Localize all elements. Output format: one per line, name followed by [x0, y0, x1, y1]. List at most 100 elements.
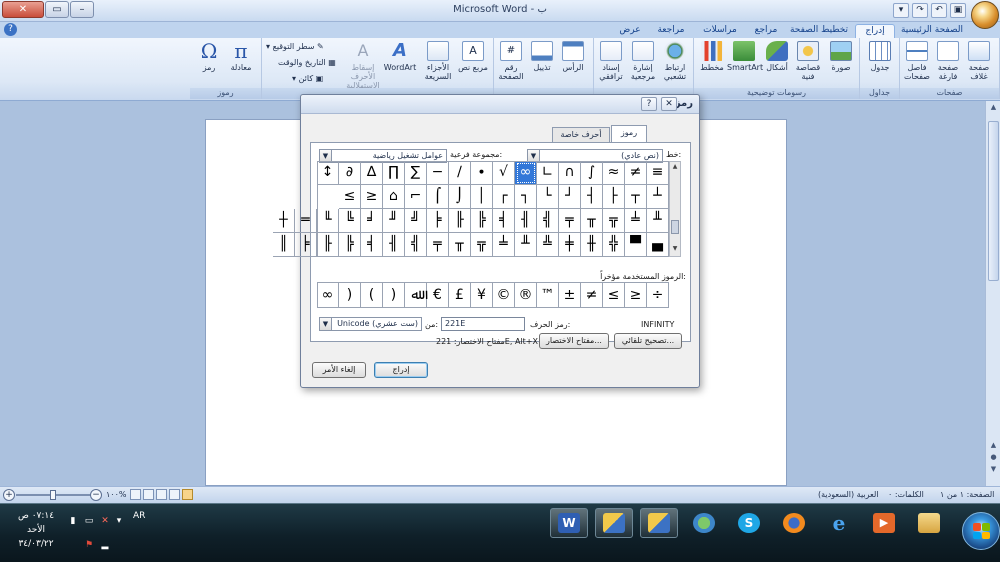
- symbol-cell[interactable]: ╥: [449, 233, 471, 257]
- recent-symbol-cell[interactable]: ≥: [625, 282, 647, 308]
- taskbar-explorer[interactable]: [910, 508, 948, 538]
- text-box-button[interactable]: A مربع نص: [458, 41, 488, 72]
- language-status[interactable]: العربية (السعودية): [818, 490, 879, 499]
- insert-button[interactable]: إدراج: [374, 362, 428, 378]
- recent-symbol-cell[interactable]: ±: [559, 282, 581, 308]
- zoom-slider-track[interactable]: [16, 494, 96, 496]
- word-count[interactable]: الكلمات: ٠: [888, 490, 924, 499]
- symbol-cell[interactable]: ╜: [383, 209, 405, 233]
- autocorrect-button[interactable]: تصحيح تلقائي...: [614, 333, 682, 349]
- symbol-cell[interactable]: ╫: [581, 233, 603, 257]
- page-count[interactable]: الصفحة: ١ من ١: [940, 490, 994, 499]
- zoom-in-button[interactable]: +: [3, 489, 15, 501]
- quick-parts-button[interactable]: الأجزاء السريعة: [420, 41, 456, 81]
- smartart-button[interactable]: SmartArt: [727, 41, 763, 72]
- scroll-up-icon[interactable]: ▲: [988, 103, 999, 113]
- symbol-cell[interactable]: │: [471, 185, 493, 209]
- recent-symbol-cell[interactable]: ÷: [647, 282, 669, 308]
- taskbar-ie[interactable]: e: [820, 508, 858, 538]
- object-button[interactable]: ▾ كائن ▣: [292, 74, 323, 83]
- hyperlink-button[interactable]: ارتباط تشعبي: [660, 41, 690, 81]
- symbol-cell[interactable]: ∩: [559, 161, 581, 185]
- redo-icon[interactable]: ↷: [912, 3, 928, 18]
- symbol-cell[interactable]: ⌂: [383, 185, 405, 209]
- symbol-cell[interactable]: ╨: [515, 233, 537, 257]
- symbol-cell[interactable]: ⌡: [449, 185, 471, 209]
- taskbar-shield-2[interactable]: [640, 508, 678, 538]
- recent-symbol-cell[interactable]: ®: [515, 282, 537, 308]
- scroll-down-icon[interactable]: ▼: [670, 245, 680, 255]
- taskbar-firefox[interactable]: [775, 508, 813, 538]
- taskbar-skype[interactable]: S: [730, 508, 768, 538]
- symbol-cell[interactable]: ╩: [537, 233, 559, 257]
- symbol-cell[interactable]: ╦: [471, 233, 493, 257]
- taskbar-media-player[interactable]: ▶: [865, 508, 903, 538]
- symbol-cell[interactable]: ╚: [339, 209, 361, 233]
- symbol-cell[interactable]: ≡: [647, 161, 669, 185]
- symbol-cell[interactable]: ∙: [471, 161, 493, 185]
- scroll-up-icon[interactable]: ▲: [670, 163, 680, 173]
- symbol-cell[interactable]: ↕: [317, 161, 339, 185]
- start-button[interactable]: [962, 512, 1000, 550]
- taskbar-word[interactable]: W: [550, 508, 588, 538]
- symbol-cell[interactable]: ∏: [383, 161, 405, 185]
- tab-page-layout[interactable]: تخطيط الصفحة: [788, 24, 850, 38]
- tab-view[interactable]: عرض: [614, 24, 646, 38]
- page-break-button[interactable]: فاصل صفحات: [902, 41, 932, 81]
- symbol-cell[interactable]: ╤: [427, 233, 449, 257]
- network-icon[interactable]: ▭: [84, 516, 94, 526]
- browse-object-icon[interactable]: ●: [988, 453, 999, 463]
- symbol-cell[interactable]: ├: [603, 185, 625, 209]
- symbol-cell[interactable]: ╠: [471, 209, 493, 233]
- symbol-cell[interactable]: ┌: [493, 185, 515, 209]
- symbol-cell[interactable]: √: [493, 161, 515, 185]
- blank-page-button[interactable]: صفحة فارغة: [933, 41, 963, 81]
- table-button[interactable]: جدول: [865, 41, 895, 72]
- symbol-grid-scroll-thumb[interactable]: [671, 220, 679, 234]
- signature-line-button[interactable]: ▾ سطر التوقيع ✎: [266, 42, 324, 51]
- symbol-cell[interactable]: ≈: [603, 161, 625, 185]
- recent-symbol-cell[interactable]: €: [427, 282, 449, 308]
- symbol-cell[interactable]: ╨: [647, 209, 669, 233]
- symbol-cell[interactable]: ╧: [493, 233, 515, 257]
- symbol-cell[interactable]: ╢: [383, 233, 405, 257]
- recent-symbol-cell[interactable]: ≠: [581, 282, 603, 308]
- office-button[interactable]: [971, 1, 999, 29]
- symbol-cell[interactable]: ═: [295, 209, 317, 233]
- symbol-cell[interactable]: ∟: [537, 161, 559, 185]
- symbol-cell[interactable]: ≤: [339, 185, 361, 209]
- language-indicator[interactable]: AR: [133, 511, 145, 521]
- undo-icon[interactable]: ↶: [931, 3, 947, 18]
- tab-symbols[interactable]: رموز: [611, 125, 647, 143]
- vertical-scrollbar[interactable]: ▲ ▲ ● ▼: [985, 101, 1000, 486]
- action-center-icon[interactable]: ⚑: [84, 540, 94, 550]
- symbol-cell[interactable]: ╧: [625, 209, 647, 233]
- tab-home[interactable]: الصفحة الرئيسية: [900, 24, 964, 38]
- symbol-cell[interactable]: ╤: [559, 209, 581, 233]
- battery-icon[interactable]: ▮: [68, 516, 78, 526]
- date-time-button[interactable]: التاريخ والوقت ▦: [278, 58, 336, 67]
- recent-symbol-cell[interactable]: ™: [537, 282, 559, 308]
- symbol-cell[interactable]: ∂: [339, 161, 361, 185]
- from-select[interactable]: ▼ Unicode (ست عشري): [319, 317, 422, 331]
- symbol-cell[interactable]: ╪: [559, 233, 581, 257]
- recent-symbol-cell[interactable]: (: [361, 282, 383, 308]
- symbol-grid-scrollbar[interactable]: ▲ ▼: [669, 161, 681, 257]
- symbol-cell[interactable]: ▀: [625, 233, 647, 257]
- symbol-cell[interactable]: ┘: [559, 185, 581, 209]
- web-layout-view-icon[interactable]: [156, 489, 167, 500]
- draft-view-icon[interactable]: [130, 489, 141, 500]
- symbol-cell[interactable]: ≥: [361, 185, 383, 209]
- qat-customize-icon[interactable]: ▾: [893, 3, 909, 18]
- zoom-out-button[interactable]: −: [90, 489, 102, 501]
- cross-reference-button[interactable]: إسناد ترافقي: [596, 41, 626, 81]
- symbol-cell[interactable]: ⌠: [427, 185, 449, 209]
- equation-button[interactable]: π معادلة: [226, 41, 256, 72]
- symbol-cell[interactable]: ┬: [625, 185, 647, 209]
- recent-symbol-cell[interactable]: ¥: [471, 282, 493, 308]
- bookmark-button[interactable]: إشارة مرجعية: [628, 41, 658, 81]
- char-code-input[interactable]: 221E: [441, 317, 525, 331]
- footer-button[interactable]: تذييل: [527, 41, 557, 72]
- symbol-cell[interactable]: ║: [273, 233, 295, 257]
- clock[interactable]: ٠٧:١٤ ص الأحد ٣٤/٠٣/٢٢: [8, 509, 64, 551]
